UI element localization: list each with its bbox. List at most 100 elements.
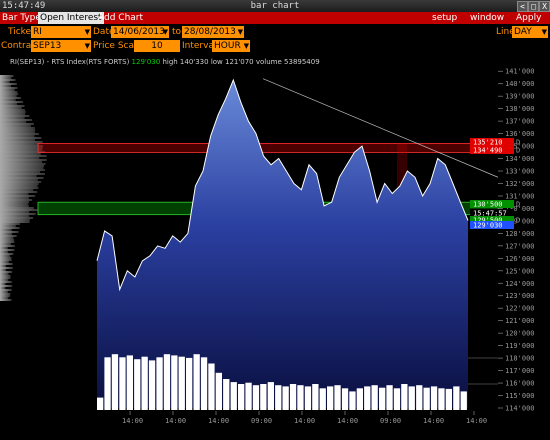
profile-bar: [0, 229, 12, 231]
profile-bar: [0, 135, 35, 137]
profile-bar: [0, 213, 36, 215]
profile-bar: [0, 247, 8, 249]
profile-bar: [0, 245, 15, 247]
date-to-field[interactable]: 28/08/2013 ▼: [182, 26, 244, 38]
profile-bar: [0, 299, 12, 301]
chevron-down-icon: ▼: [162, 28, 168, 36]
volume-bar: [223, 379, 230, 410]
price-tag-suffix: D: [516, 139, 520, 147]
volume-bar: [356, 388, 363, 410]
menu-window[interactable]: window: [470, 12, 504, 24]
high-price: high 140'330: [162, 58, 209, 66]
level-bands: [37, 78, 499, 408]
maximize-button[interactable]: □: [528, 1, 539, 12]
controls-panel: Ticker RI ▼ Date 14/06/2013 ▼ to 28/08/201…: [0, 24, 550, 54]
volume-bar: [408, 386, 415, 410]
menu-bar-type[interactable]: Bar Type: [2, 12, 41, 24]
profile-bar: [0, 139, 35, 141]
price-tag: [470, 200, 514, 208]
close-button[interactable]: X: [539, 1, 550, 12]
ticker-field[interactable]: RI ▼: [31, 26, 91, 38]
menu-open-interest[interactable]: Open Interest: [38, 12, 104, 24]
volume-bar: [134, 359, 141, 410]
price-tick-label: 133'000: [505, 168, 535, 176]
price-tick-label: 134'000: [505, 155, 535, 163]
volume-bar: [297, 385, 304, 410]
profile-bar: [0, 111, 26, 113]
resistance-band: [37, 143, 499, 153]
profile-bar: [0, 207, 34, 209]
profile-bar: [0, 199, 33, 201]
time-tick-label: 14:00: [122, 417, 143, 425]
profile-bar: [0, 125, 31, 127]
time-tick-label: 14:00: [294, 417, 315, 425]
volume-total: volume 53895409: [255, 58, 320, 66]
profile-bar: [0, 163, 46, 165]
price-tick-label: 115'000: [505, 392, 535, 400]
date-from-field[interactable]: 14/06/2013 ▼: [111, 26, 169, 38]
volume-bar: [453, 386, 460, 410]
profile-bar: [0, 95, 17, 97]
profile-bar: [0, 109, 26, 111]
profile-bar: [0, 121, 27, 123]
profile-bar: [0, 287, 6, 289]
profile-bar: [0, 271, 13, 273]
profile-bar: [0, 251, 9, 253]
profile-bar: [0, 285, 13, 287]
price-area: [96, 78, 469, 408]
price-scale-input[interactable]: 10: [134, 40, 180, 52]
menu-setup[interactable]: setup: [432, 12, 457, 24]
profile-bar: [0, 137, 42, 139]
line-select[interactable]: DAY ▼: [512, 26, 548, 38]
profile-bar: [0, 225, 16, 227]
profile-bar: [0, 197, 29, 199]
profile-bar: [0, 75, 14, 77]
contract-field[interactable]: SEP13 ▼: [31, 40, 91, 52]
menu-add-chart[interactable]: Add Chart: [98, 12, 143, 24]
last-price: 129'030: [131, 58, 161, 66]
profile-bar: [0, 155, 47, 157]
price-tick-label: 116'000: [505, 380, 535, 388]
profile-bar: [0, 233, 13, 235]
profile-bar: [0, 181, 42, 183]
profile-bar: [0, 145, 44, 147]
profile-bar: [0, 97, 21, 99]
volume-bar: [104, 357, 111, 410]
price-tag: [470, 221, 514, 229]
time-tick-label: 09:00: [380, 417, 401, 425]
volume-bar: [430, 386, 438, 410]
volume-bar: [171, 355, 178, 410]
interval-select[interactable]: HOUR ▼: [212, 40, 250, 52]
price-tick-label: 119'000: [505, 342, 535, 350]
profile-bar: [0, 177, 44, 179]
window-title: bar chart: [250, 1, 300, 11]
price-area-fill: [97, 80, 468, 408]
highlight-column: [354, 202, 364, 408]
profile-bar: [0, 153, 41, 155]
profile-bar: [0, 275, 11, 277]
profile-bar: [0, 239, 15, 241]
instrument-symbol: RI(SEP13) - RTS Index(RTS FORTS): [10, 58, 130, 66]
back-button[interactable]: <: [517, 1, 528, 12]
profile-bar: [0, 193, 29, 195]
price-tick-label: 114'000: [505, 405, 535, 413]
volume-bar: [208, 363, 215, 410]
price-tick-label: 122'000: [505, 305, 535, 313]
menu-apply[interactable]: Apply: [516, 12, 541, 24]
profile-bar: [0, 159, 47, 161]
profile-bar: [0, 171, 41, 173]
profile-bar: [0, 167, 44, 169]
profile-bar: [0, 105, 25, 107]
profile-bar: [0, 259, 12, 261]
profile-bar: [0, 87, 18, 89]
profile-bar: [0, 255, 11, 257]
volume-bar: [289, 384, 297, 410]
price-tick-label: 118'000: [505, 355, 535, 363]
chevron-down-icon: ▼: [541, 28, 547, 36]
volume-bar: [111, 354, 119, 410]
volume-bar: [423, 387, 430, 410]
instrument-info: RI(SEP13) - RTS Index(RTS FORTS) 129'030…: [10, 58, 320, 66]
volume-bar: [386, 385, 393, 410]
profile-bar: [0, 235, 17, 237]
price-tag-label: 129'500: [473, 217, 503, 225]
